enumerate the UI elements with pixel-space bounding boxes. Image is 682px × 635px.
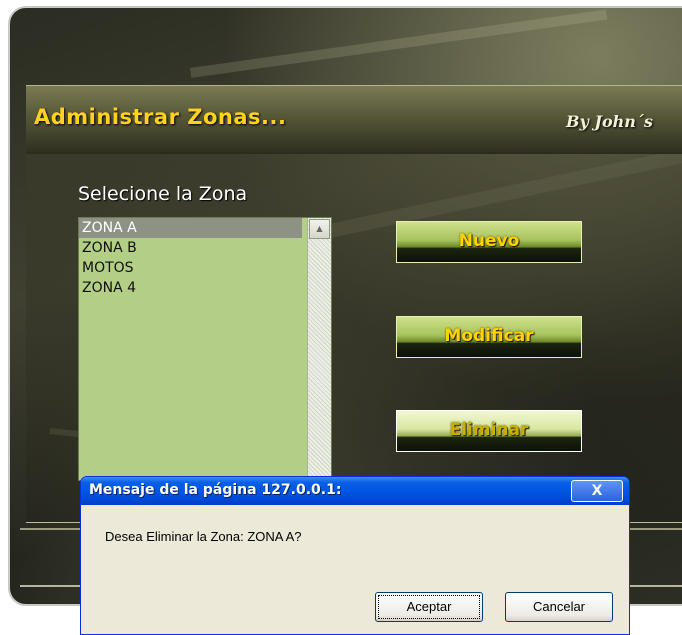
dialog-title: Mensaje de la página 127.0.0.1: (89, 482, 342, 498)
dialog-close-button[interactable]: X (571, 480, 623, 502)
cancel-button[interactable]: Cancelar (505, 592, 613, 622)
confirm-dialog: Mensaje de la página 127.0.0.1: X Desea … (80, 476, 630, 635)
author-byline: By John´s (566, 112, 653, 131)
dialog-message: Desea Eliminar la Zona: ZONA A? (105, 529, 302, 544)
zone-list-label: Selecione la Zona (78, 183, 248, 205)
list-item[interactable]: ZONA B (79, 238, 302, 258)
zone-listbox[interactable]: ZONA A ZONA B MOTOS ZONA 4 ▲ (78, 217, 332, 481)
dialog-titlebar[interactable]: Mensaje de la página 127.0.0.1: X (81, 477, 629, 505)
list-item[interactable]: MOTOS (79, 258, 302, 278)
modificar-button[interactable]: Modificar (396, 316, 582, 358)
list-item[interactable]: ZONA A (79, 218, 302, 238)
list-item[interactable]: ZONA 4 (79, 278, 302, 298)
scrollbar[interactable]: ▲ (307, 218, 331, 480)
nuevo-button[interactable]: Nuevo (396, 221, 582, 263)
accept-button[interactable]: Aceptar (375, 592, 483, 622)
eliminar-button[interactable]: Eliminar (396, 410, 582, 452)
page-title: Administrar Zonas... (34, 105, 287, 129)
scroll-up-arrow-icon[interactable]: ▲ (309, 219, 330, 239)
close-icon: X (591, 483, 603, 499)
background-streak (190, 9, 608, 78)
